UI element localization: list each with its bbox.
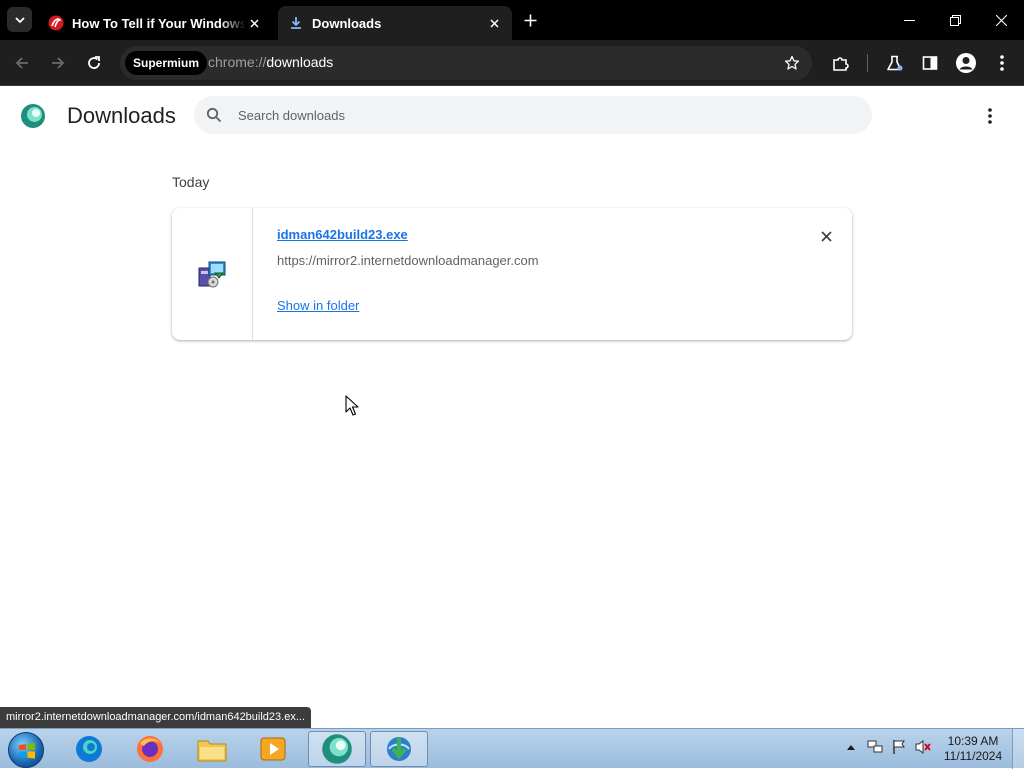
search-input[interactable] <box>238 104 838 126</box>
plus-icon <box>524 14 536 26</box>
close-icon <box>249 18 259 28</box>
flag-icon <box>893 740 905 754</box>
supermium-icon <box>322 734 352 764</box>
firefox-icon <box>137 736 163 762</box>
more-vert-icon <box>988 108 992 124</box>
profile-button[interactable] <box>952 49 980 77</box>
star-icon <box>784 55 800 70</box>
tab-how-to-tell[interactable]: How To Tell if Your Windows P <box>40 6 270 40</box>
extensions-button[interactable] <box>826 49 854 77</box>
tab-downloads[interactable]: Downloads <box>278 6 512 40</box>
show-in-folder-link[interactable]: Show in folder <box>277 298 359 313</box>
back-button[interactable] <box>8 49 36 77</box>
tab-search-button[interactable] <box>7 7 32 32</box>
restore-button[interactable] <box>932 0 978 40</box>
bookmark-button[interactable] <box>782 53 802 73</box>
puzzle-icon <box>832 56 849 71</box>
side-panel-icon <box>922 56 938 70</box>
tray-volume[interactable] <box>915 739 931 755</box>
chevron-up-icon <box>847 745 855 750</box>
taskbar: 10:39 AM 11/11/2024 <box>0 728 1024 769</box>
clock-time: 10:39 AM <box>947 734 999 748</box>
page-title: Downloads <box>67 103 176 128</box>
file-name-link[interactable]: idman642build23.exe <box>277 227 408 242</box>
tray-network[interactable] <box>867 739 883 755</box>
edge-icon <box>76 736 102 762</box>
tab-title: Downloads <box>312 15 382 31</box>
tab-close-button[interactable] <box>246 15 262 31</box>
close-window-button[interactable] <box>978 0 1024 40</box>
supermium-logo-icon <box>21 104 45 128</box>
reload-button[interactable] <box>80 49 108 77</box>
taskbar-supermium[interactable] <box>308 731 366 767</box>
url-text[interactable]: chrome://downloads <box>208 54 333 70</box>
taskbar-clock[interactable]: 10:39 AM 11/11/2024 <box>940 734 1006 764</box>
network-icon <box>867 740 883 753</box>
show-hidden-icons-button[interactable] <box>843 739 859 755</box>
source-url: https://mirror2.internetdownloadmanager.… <box>277 253 539 268</box>
taskbar-edge[interactable] <box>60 731 118 767</box>
downloads-menu-button[interactable] <box>978 104 1002 128</box>
media-player-icon <box>260 737 286 761</box>
date-section-label: Today <box>172 174 210 190</box>
close-icon <box>995 14 1007 26</box>
chevron-down-icon <box>14 16 25 23</box>
download-icon <box>291 17 301 29</box>
taskbar-idm[interactable] <box>370 731 428 767</box>
reload-icon <box>88 56 100 69</box>
address-bar[interactable]: Supermium chrome://downloads <box>120 46 812 80</box>
browser-menu-button[interactable] <box>988 49 1016 77</box>
taskbar-media-player[interactable] <box>244 731 302 767</box>
start-button[interactable] <box>8 732 44 768</box>
windows-logo-icon <box>19 742 35 759</box>
tray-action-center[interactable] <box>891 739 907 755</box>
close-icon <box>820 230 832 242</box>
browser-chip[interactable]: Supermium <box>125 51 208 75</box>
tab-strip: How To Tell if Your Windows P Downloads <box>0 0 1024 40</box>
restore-icon <box>949 14 961 26</box>
toolbar-divider <box>867 54 868 72</box>
labs-button[interactable] <box>880 49 908 77</box>
minimize-icon <box>903 19 915 21</box>
download-item: idman642build23.exe https://mirror2.inte… <box>172 208 852 340</box>
taskbar-file-explorer[interactable] <box>183 731 241 767</box>
forward-button[interactable] <box>44 49 72 77</box>
downloads-header: Downloads <box>0 87 1024 145</box>
flask-icon <box>886 55 902 70</box>
search-icon <box>206 107 222 123</box>
link-status-bubble: mirror2.internetdownloadmanager.com/idma… <box>0 707 312 728</box>
idm-icon <box>387 737 411 761</box>
search-box[interactable] <box>194 96 872 134</box>
installer-icon <box>198 261 226 288</box>
file-icon-column <box>172 208 253 340</box>
arrow-left-icon <box>15 57 28 69</box>
folder-icon <box>197 740 227 762</box>
remove-download-button[interactable] <box>816 226 836 246</box>
new-tab-button[interactable] <box>520 10 540 30</box>
trend-micro-icon <box>48 15 64 31</box>
tab-title: How To Tell if Your Windows P <box>72 15 246 31</box>
taskbar-firefox[interactable] <box>121 731 179 767</box>
minimize-button[interactable] <box>886 0 932 40</box>
side-panel-button[interactable] <box>916 49 944 77</box>
more-vert-icon <box>1000 55 1004 71</box>
browser-toolbar: Supermium chrome://downloads <box>0 40 1024 86</box>
mouse-cursor-icon <box>345 395 359 416</box>
volume-muted-icon <box>915 740 931 754</box>
clock-date: 11/11/2024 <box>943 749 1003 763</box>
tab-close-button[interactable] <box>486 15 502 31</box>
close-icon <box>489 18 499 28</box>
arrow-right-icon <box>52 57 65 69</box>
show-desktop-button[interactable] <box>1012 729 1024 769</box>
avatar-icon <box>956 53 976 73</box>
